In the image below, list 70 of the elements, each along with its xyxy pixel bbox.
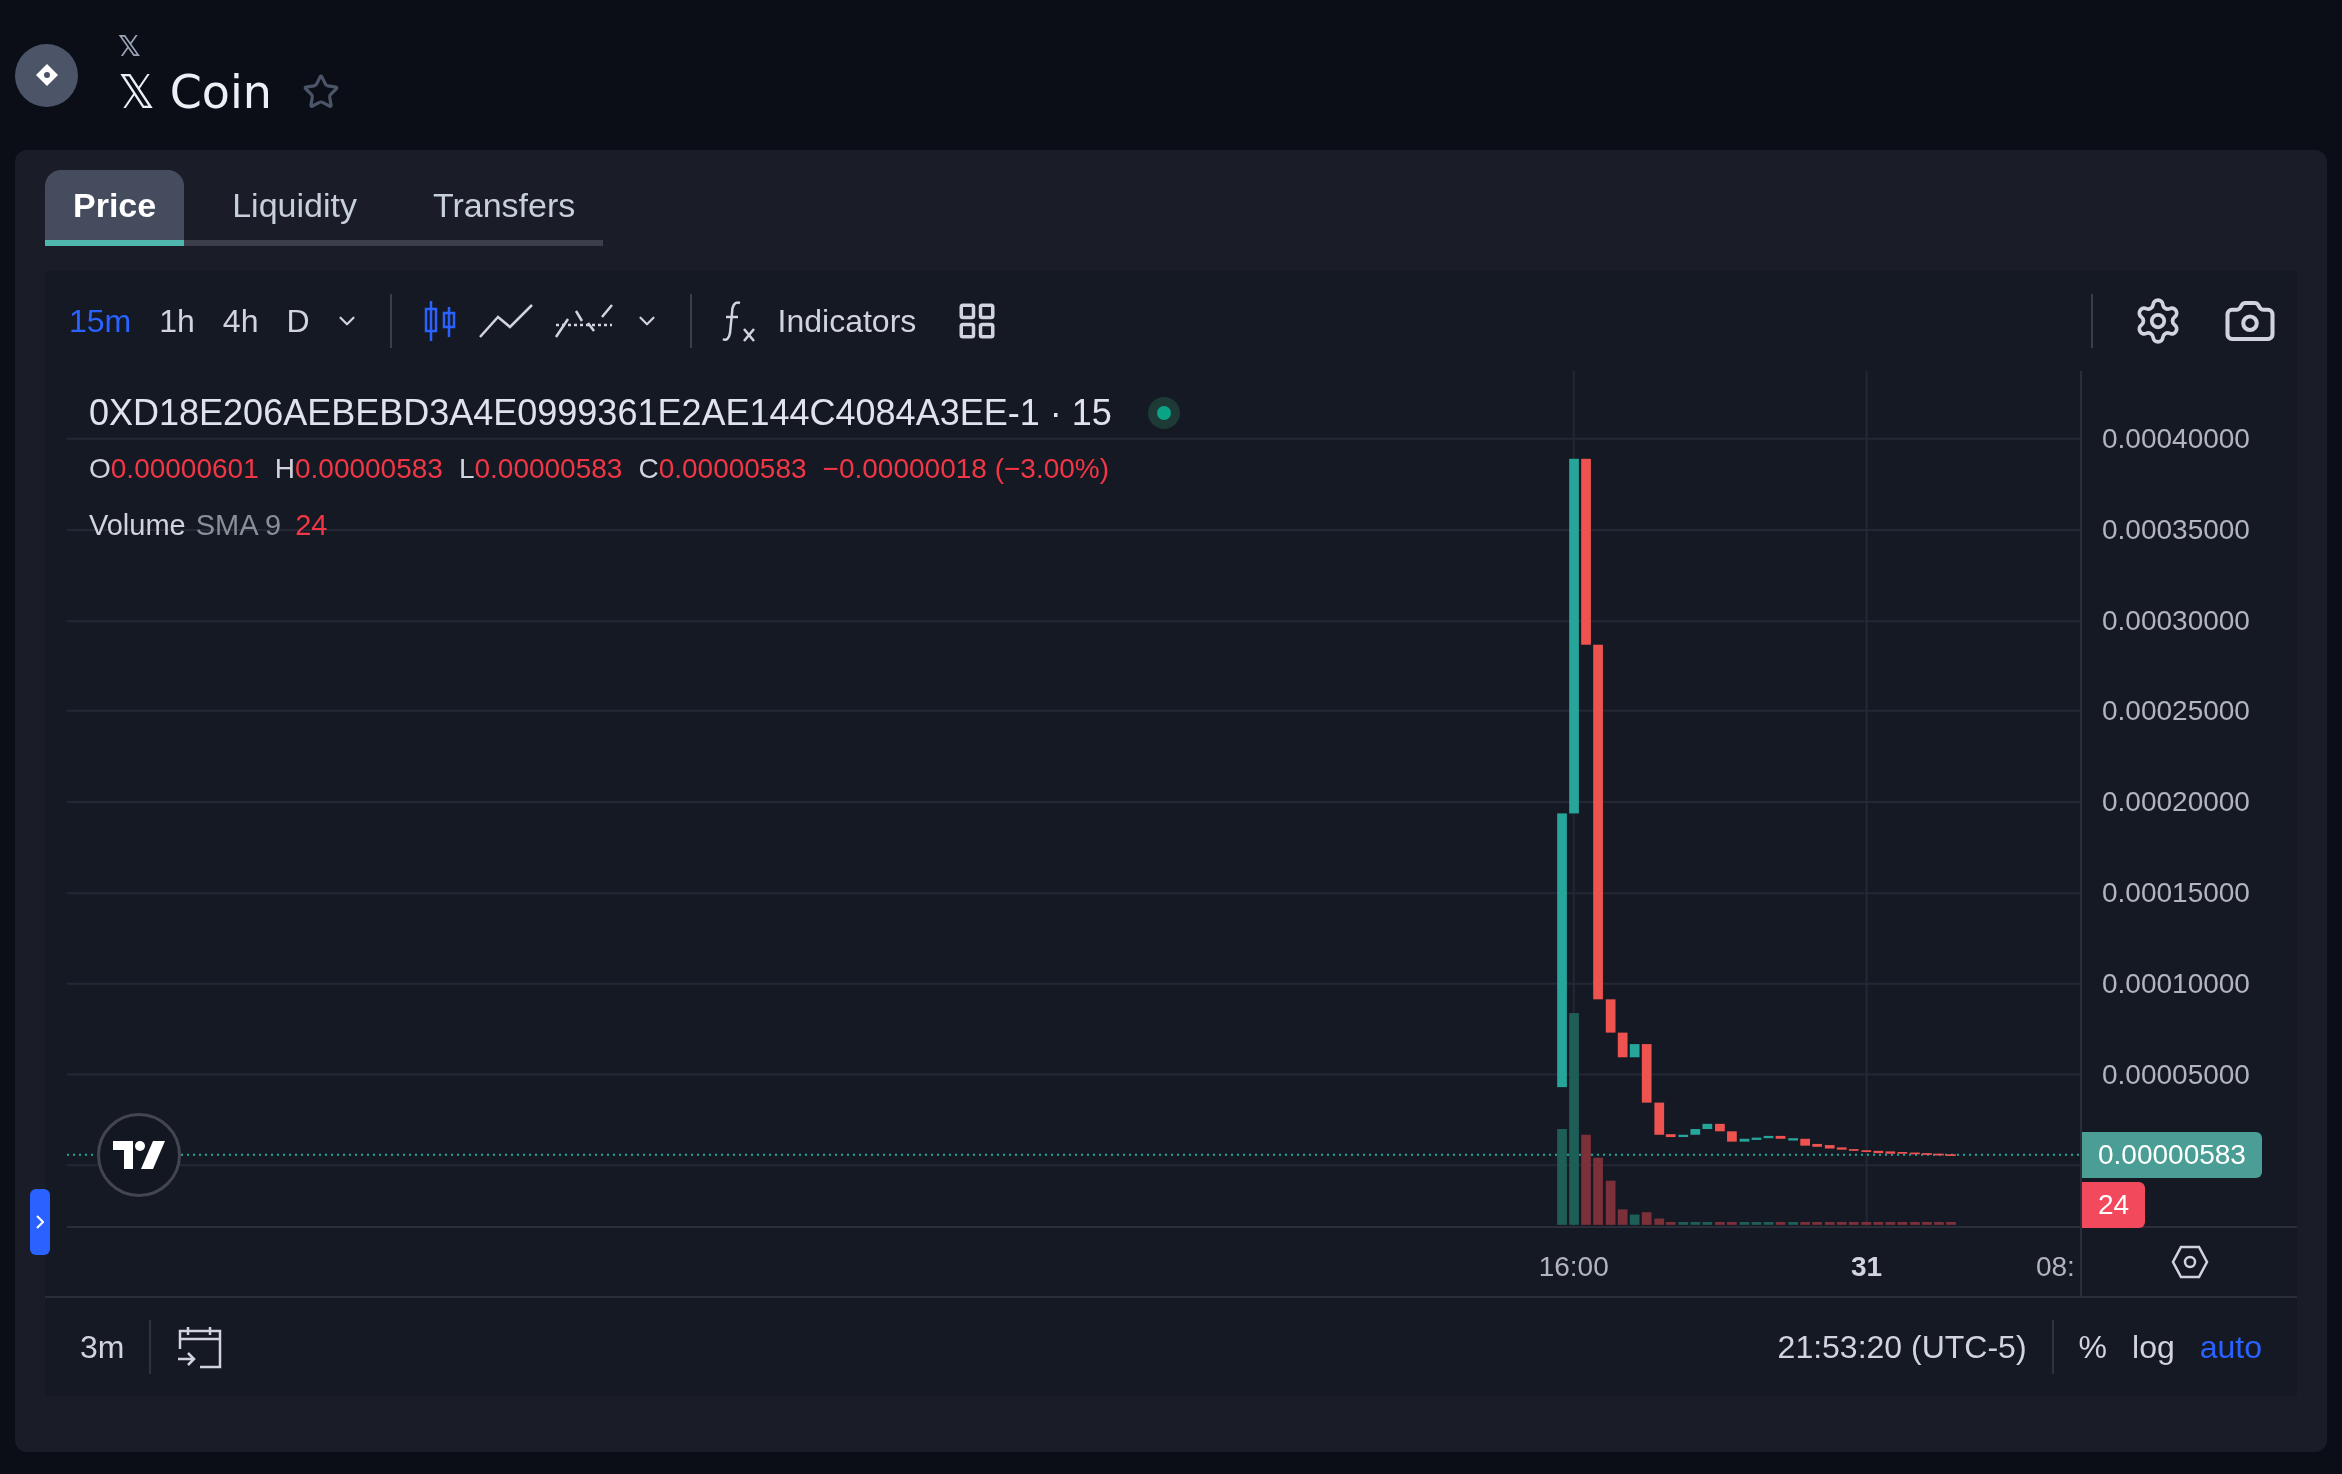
volume-bar (1922, 1222, 1932, 1225)
volume-bar (1934, 1222, 1944, 1225)
volume-bar (1910, 1222, 1920, 1225)
candle (1910, 1152, 1920, 1155)
function-icon[interactable] (721, 299, 758, 343)
price-axis-label: 0.00010000 (2102, 966, 2250, 1001)
volume-badge: 24 (2082, 1181, 2146, 1228)
volume-bar (1788, 1222, 1798, 1225)
time-axis-label: 31 (1851, 1250, 1883, 1284)
token-title: 𝕏 Coin (118, 64, 272, 120)
ohlc-value: 0.00000583 (658, 452, 807, 486)
chevron-right-icon (36, 1215, 44, 1229)
logo-icon (113, 1140, 165, 1169)
range-button[interactable]: 3m (80, 1323, 125, 1371)
candle (1727, 1131, 1737, 1142)
volume-indicator: SMA 9 (195, 508, 282, 543)
volume-bar (1641, 1212, 1652, 1225)
last-price-badge: 0.00000583 (2082, 1131, 2262, 1178)
price-axis-label: 0.00030000 (2102, 604, 2250, 639)
ohlc-key: C (638, 448, 659, 490)
indicators-button[interactable]: Indicators (777, 297, 917, 345)
ohlc-key: O (89, 448, 111, 490)
price-change: −0.00000018 (−3.00%) (822, 452, 1110, 486)
price-axis-label: 0.00020000 (2102, 784, 2250, 819)
candle (1800, 1138, 1810, 1146)
panel-toggle-handle[interactable] (30, 1189, 50, 1255)
volume-bar (1593, 1157, 1603, 1225)
candle (1934, 1153, 1944, 1156)
live-status-icon (1147, 397, 1180, 429)
price-axis-label: 0.00005000 (2102, 1057, 2250, 1092)
time-axis-label: 16:00 (1538, 1250, 1609, 1284)
tab[interactable]: Liquidity (204, 170, 385, 246)
hexagon-settings-icon[interactable] (2170, 1245, 2209, 1279)
volume-bar (1727, 1222, 1737, 1225)
candle (1788, 1138, 1798, 1141)
scale-option[interactable]: log (2132, 1323, 2175, 1371)
candle (1605, 999, 1616, 1033)
ohlc-value: 0.00000583 (294, 452, 443, 486)
tab[interactable]: Transfers (404, 170, 604, 246)
ohlc-key: L (458, 448, 475, 490)
interval-button[interactable]: 15m (65, 297, 136, 345)
volume-label: Volume (89, 508, 186, 543)
ohlc-value: 0.00000601 (110, 452, 259, 486)
time-axis-label: 08: (2035, 1250, 2075, 1284)
candle (1715, 1123, 1725, 1132)
token-symbol: 𝕏 (118, 30, 142, 64)
volume-bar (1946, 1222, 1956, 1225)
interval-button[interactable]: D (282, 297, 314, 345)
symbol-label: 0XD18E206AEBEBD3A4E0999361E2AE144C4084A3EE-1 · 15 (89, 391, 1112, 435)
price-axis-label: 0.00025000 (2102, 693, 2250, 728)
ohlc-key: H (274, 448, 295, 490)
baseline-chart-icon[interactable] (553, 303, 614, 339)
price-axis-label: 0.00035000 (2102, 512, 2250, 547)
price-axis-label: 0.00015000 (2102, 876, 2250, 911)
candle (1812, 1143, 1822, 1147)
scale-option[interactable]: auto (2199, 1323, 2262, 1371)
volume-bar (1812, 1222, 1822, 1225)
line-chart-icon[interactable] (477, 303, 534, 339)
volume-bar (1715, 1222, 1725, 1225)
price-axis-label: 0.00040000 (2102, 421, 2250, 456)
favorite-star-icon[interactable] (301, 73, 340, 111)
diamond-icon (34, 63, 59, 87)
interval-button[interactable]: 1h (155, 297, 199, 345)
clock-time: 21:53:20 (UTC-5) (1777, 1328, 2027, 1367)
scale-option[interactable]: % (2078, 1323, 2107, 1371)
volume-value: 24 (295, 508, 328, 543)
volume-bar (1800, 1222, 1810, 1225)
tab[interactable]: Price (45, 170, 185, 246)
ohlc-value: 0.00000583 (474, 452, 623, 486)
interval-button[interactable]: 4h (218, 297, 263, 345)
